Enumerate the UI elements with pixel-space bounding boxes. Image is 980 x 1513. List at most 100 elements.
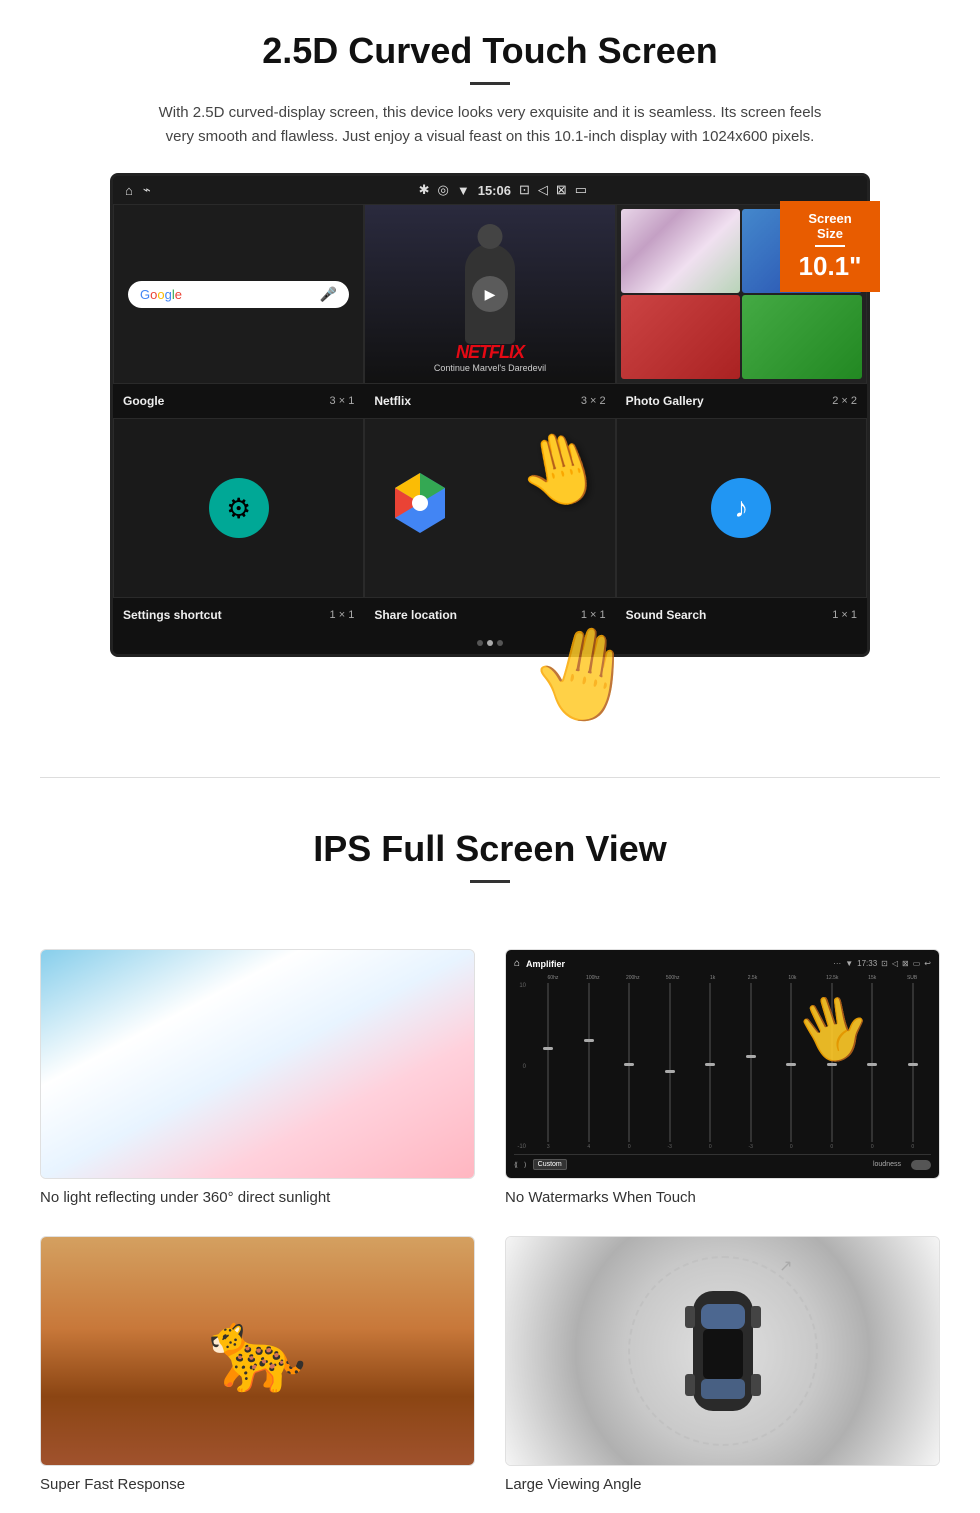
eq-slider-6: -3	[733, 983, 770, 1150]
badge-divider	[815, 245, 845, 247]
angle-arrow: ↗	[779, 1256, 792, 1276]
location-icon: ◎	[438, 182, 449, 198]
section-ips: IPS Full Screen View	[0, 818, 980, 929]
amp-bottom-bar: ⟪ ⟩ Custom loudness	[514, 1154, 931, 1170]
netflix-overlay: NETFLIX Continue Marvel's Daredevil	[375, 342, 604, 373]
status-bar: ⌂ ⌁ ✱ ◎ ▼ 15:06 ⊡ ◁ ⊠ ▭	[113, 176, 867, 204]
netflix-app-name: Netflix	[374, 394, 411, 408]
google-logo: Google	[140, 287, 182, 302]
eq-sliders-container: 3 4	[530, 983, 931, 1150]
feature-car: ↗	[505, 1236, 940, 1493]
gallery-app-size: 2 × 2	[832, 395, 857, 407]
netflix-app-cell[interactable]: ▶ NETFLIX Continue Marvel's Daredevil	[364, 204, 615, 384]
amp-header-left: ⌂ Amplifier	[514, 958, 565, 969]
eq-val-4: -3	[668, 1144, 672, 1150]
eq-slider-10: 0	[895, 983, 932, 1150]
share-label-cell: Share location 1 × 1	[364, 604, 615, 626]
eq-slider-3: 0	[611, 983, 648, 1150]
status-bar-center: ✱ ◎ ▼ 15:06 ⊡ ◁ ⊠ ▭	[151, 182, 855, 198]
wifi-icon: ▼	[457, 183, 470, 198]
amp-cam-icon: ⊡	[881, 959, 888, 968]
sound-search-cell[interactable]: ♪	[616, 418, 867, 598]
music-note-icon: ♪	[711, 478, 771, 538]
netflix-subtitle: Continue Marvel's Daredevil	[375, 363, 604, 373]
car-visual: ↗	[506, 1237, 939, 1465]
eq-handle-4	[665, 1070, 675, 1073]
dot-1	[477, 640, 483, 646]
amp-preset-button[interactable]: Custom	[533, 1159, 567, 1170]
sound-label-cell: Sound Search 1 × 1	[616, 604, 867, 626]
window-icon: ▭	[575, 182, 587, 198]
section-curved-touch: 2.5D Curved Touch Screen With 2.5D curve…	[0, 0, 980, 677]
feature-watermark: ⌂ Amplifier ··· ▼ 17:33 ⊡ ◁ ⊠ ▭ ↩	[505, 949, 940, 1206]
eq-handle-5	[705, 1063, 715, 1066]
eq-val-3: 0	[628, 1144, 631, 1150]
maps-icon	[395, 473, 445, 543]
app-grid-row1: Google 🎤 ▶ NETFLIX Continue	[113, 204, 867, 384]
mic-icon: 🎤	[320, 286, 337, 303]
cheetah-emoji: 🐆	[208, 1304, 308, 1398]
netflix-logo: NETFLIX	[375, 342, 604, 363]
feature-grid: No light reflecting under 360° direct su…	[0, 929, 980, 1513]
eq-bars-area: 10 0 -10 3	[514, 983, 931, 1150]
eq-label-0: 0	[514, 1064, 526, 1070]
amp-vol-icon: ◁	[892, 959, 898, 968]
google-app-cell[interactable]: Google 🎤	[113, 204, 364, 384]
sound-app-name: Sound Search	[626, 608, 707, 622]
eq-val-2: 4	[587, 1144, 590, 1150]
gallery-app-name: Photo Gallery	[626, 394, 704, 408]
gallery-label-cell: Photo Gallery 2 × 2	[616, 390, 867, 412]
feature-cheetah: 🐆 Super Fast Response	[40, 1236, 475, 1493]
hand-pointer: 🤚	[508, 419, 613, 521]
app-label-row1: Google 3 × 1 Netflix 3 × 2 Photo Gallery…	[113, 384, 867, 418]
eq-handle-6	[746, 1055, 756, 1058]
app-grid-row2: ⚙ 🤚	[113, 418, 867, 598]
status-time: 15:06	[478, 183, 511, 198]
dot-2	[487, 640, 493, 646]
section1-description: With 2.5D curved-display screen, this de…	[150, 101, 830, 149]
amp-wifi-icon: ▼	[845, 959, 853, 968]
section2-divider	[470, 880, 510, 883]
eq-val-8: 0	[830, 1144, 833, 1150]
eq-track-9	[871, 983, 873, 1142]
eq-handle-3	[624, 1063, 634, 1066]
settings-app-cell[interactable]: ⚙	[113, 418, 364, 598]
screen-icon: ⊠	[556, 182, 567, 198]
share-location-cell[interactable]: 🤚	[364, 418, 615, 598]
eq-label-100hz: 100hz	[574, 975, 612, 981]
car-container: ↗	[623, 1251, 823, 1451]
amp-header: ⌂ Amplifier ··· ▼ 17:33 ⊡ ◁ ⊠ ▭ ↩	[514, 958, 931, 969]
share-app-name: Share location	[374, 608, 457, 622]
eq-labels-row: 60hz 100hz 200hz 500hz 1k 2.5k 10k 12.5k…	[514, 975, 931, 981]
eq-val-1: 3	[547, 1144, 550, 1150]
eq-handle-2	[584, 1039, 594, 1042]
badge-size-value: 10.1"	[796, 251, 864, 282]
google-app-size: 3 × 1	[330, 395, 355, 407]
settings-icon: ⚙	[209, 478, 269, 538]
eq-track-4	[669, 983, 671, 1142]
device-screen: ⌂ ⌁ ✱ ◎ ▼ 15:06 ⊡ ◁ ⊠ ▭	[110, 173, 870, 657]
screen-indicator	[113, 632, 867, 654]
play-button[interactable]: ▶	[472, 276, 508, 312]
settings-label-cell: Settings shortcut 1 × 1	[113, 604, 364, 626]
amp-loudness-toggle[interactable]	[911, 1160, 931, 1170]
netflix-app-size: 3 × 2	[581, 395, 606, 407]
feature-cheetah-caption: Super Fast Response	[40, 1476, 475, 1493]
feature-watermark-caption: No Watermarks When Touch	[505, 1189, 940, 1206]
amp-prev-icon: ⟪	[514, 1161, 518, 1169]
eq-track-2	[588, 983, 590, 1142]
netflix-label-cell: Netflix 3 × 2	[364, 390, 615, 412]
settings-app-size: 1 × 1	[330, 609, 355, 621]
eq-val-9: 0	[871, 1144, 874, 1150]
feature-sunlight: No light reflecting under 360° direct su…	[40, 949, 475, 1206]
eq-label-500hz: 500hz	[654, 975, 692, 981]
section1-title: 2.5D Curved Touch Screen	[60, 30, 920, 72]
google-search-bar[interactable]: Google 🎤	[128, 281, 349, 308]
feature-car-image: ↗	[505, 1236, 940, 1466]
amp-x-icon: ⊠	[902, 959, 909, 968]
feature-car-caption: Large Viewing Angle	[505, 1476, 940, 1493]
google-label-cell: Google 3 × 1	[113, 390, 364, 412]
gallery-thumb-3	[621, 295, 741, 379]
eq-label-sub: SUB	[893, 975, 931, 981]
status-bar-left: ⌂ ⌁	[125, 182, 151, 198]
